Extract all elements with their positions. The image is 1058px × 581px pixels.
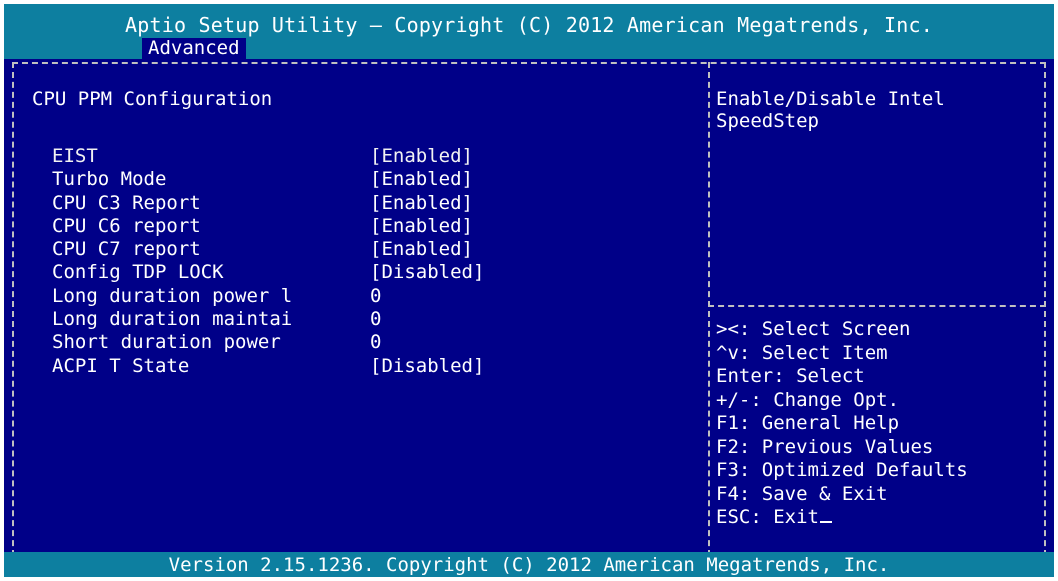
setting-label: CPU C6 report [52,214,201,237]
footer-bar: Version 2.15.1236. Copyright (C) 2012 Am… [4,552,1054,577]
setting-value[interactable]: 0 [370,331,381,353]
key-select-item: ^v: Select Item [716,341,888,364]
version-text: Version 2.15.1236. Copyright (C) 2012 Am… [168,554,890,576]
key-enter-select: Enter: Select [716,365,865,387]
section-title: CPU PPM Configuration [32,88,273,110]
key-esc-exit-row: ESC: Exit [716,506,968,530]
setting-value[interactable]: 0 [370,285,381,307]
setting-value[interactable]: [Enabled] [370,238,473,260]
setting-label: Long duration maintai [52,308,293,331]
help-text: Enable/Disable Intel SpeedStep [716,88,1036,132]
setting-label: Short duration power [52,331,281,354]
setting-label: Turbo Mode [52,168,167,191]
key-optimized-defaults: F3: Optimized Defaults [716,459,968,481]
tab-advanced[interactable]: Advanced [142,38,246,59]
bios-screen: Aptio Setup Utility – Copyright (C) 2012… [4,4,1054,577]
text-cursor [819,521,832,523]
setting-value[interactable]: [Enabled] [370,145,473,167]
setting-label: Config TDP LOCK [52,261,224,284]
setting-value[interactable]: [Disabled] [370,261,484,283]
setting-value[interactable]: [Enabled] [370,215,473,237]
help-line: Enable/Disable Intel [716,88,945,110]
key-general-help: F1: General Help [716,412,900,434]
setting-value[interactable]: [Disabled] [370,355,484,377]
key-esc-exit: ESC: Exit [716,506,819,528]
setting-label: CPU C3 Report [52,191,201,214]
setting-label: CPU C7 report [52,238,201,261]
key-change-opt: +/-: Change Opt. [716,388,900,411]
help-line: SpeedStep [716,110,819,132]
key-save-exit: F4: Save & Exit [716,482,888,505]
setting-label: Long duration power l [52,284,293,307]
key-legend: ><: Select Screen ^v: Select Item Enter:… [716,318,968,530]
app-title: Aptio Setup Utility – Copyright (C) 2012… [125,13,933,37]
key-previous-values: F2: Previous Values [716,435,934,458]
help-divider [708,305,1046,307]
setting-label: EIST [52,145,98,167]
setting-label: ACPI T State [52,354,190,377]
key-select-screen: ><: Select Screen [716,318,911,340]
header-bar: Aptio Setup Utility – Copyright (C) 2012… [4,4,1054,59]
setting-value[interactable]: [Enabled] [370,192,473,214]
setting-value[interactable]: [Enabled] [370,168,473,190]
setting-value[interactable]: 0 [370,308,381,330]
panel-divider [708,62,710,566]
